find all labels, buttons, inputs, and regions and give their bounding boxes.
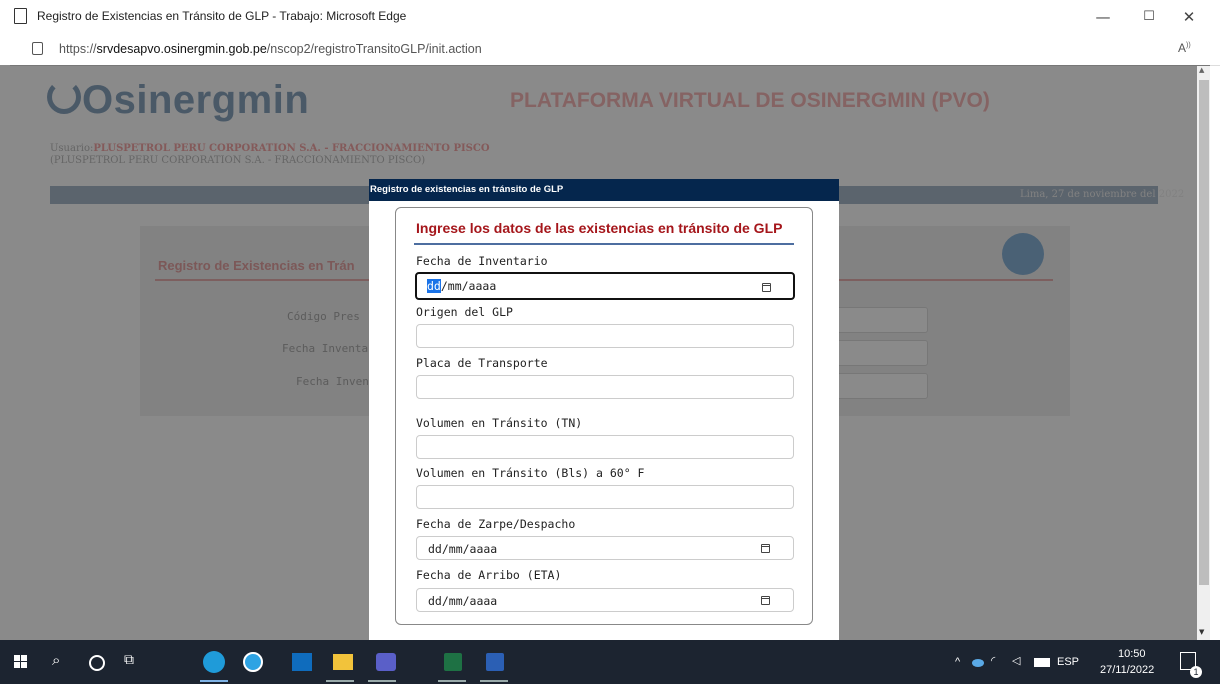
tray-chevron-icon[interactable]: ^ bbox=[955, 656, 960, 668]
label-origen-glp: Origen del GLP bbox=[416, 305, 513, 319]
onedrive-icon[interactable] bbox=[972, 659, 984, 667]
calendar-icon[interactable] bbox=[761, 596, 770, 605]
calendar-icon[interactable] bbox=[762, 283, 771, 292]
date-segment-day[interactable]: dd bbox=[427, 279, 441, 293]
window-title: Registro de Existencias en Tránsito de G… bbox=[37, 9, 407, 23]
fecha-zarpe-value: dd/mm/aaaa bbox=[428, 542, 498, 556]
modal-header-title: Registro de existencias en tránsito de G… bbox=[370, 184, 564, 195]
volumen-bls-input[interactable] bbox=[416, 485, 794, 509]
fecha-inventario-input[interactable]: dd/mm/aaaa bbox=[415, 272, 795, 300]
clock-time[interactable]: 10:50 bbox=[1118, 648, 1146, 660]
label-fecha-zarpe: Fecha de Zarpe/Despacho bbox=[416, 517, 576, 531]
maximize-button[interactable]: ☐ bbox=[1129, 2, 1169, 32]
word-running-indicator bbox=[480, 680, 508, 682]
volume-icon[interactable]: ◁ bbox=[1012, 654, 1020, 667]
edge-icon[interactable] bbox=[203, 651, 225, 673]
origen-glp-input[interactable] bbox=[416, 324, 794, 348]
teams-running-indicator bbox=[368, 680, 396, 682]
form-heading-divider bbox=[414, 243, 794, 245]
file-explorer-icon[interactable] bbox=[333, 654, 353, 670]
teams-icon[interactable] bbox=[376, 653, 396, 671]
fecha-arribo-value: dd/mm/aaaa bbox=[428, 594, 498, 608]
form-heading: Ingrese los datos de las existencias en … bbox=[416, 220, 783, 236]
fecha-inventario-value: dd/mm/aaaa bbox=[427, 279, 496, 293]
battery-icon[interactable] bbox=[1034, 658, 1050, 667]
calendar-icon[interactable] bbox=[761, 544, 770, 553]
scrollbar-thumb[interactable] bbox=[1199, 80, 1209, 585]
label-fecha-inventario: Fecha de Inventario bbox=[416, 254, 548, 268]
page-icon bbox=[14, 8, 27, 24]
windows-start-icon[interactable] bbox=[14, 655, 28, 669]
label-volumen-tn: Volumen en Tránsito (TN) bbox=[416, 416, 583, 430]
modal-header: Registro de existencias en tránsito de G… bbox=[369, 179, 839, 201]
date-segment-rest[interactable]: /mm/aaaa bbox=[441, 279, 496, 293]
task-view-icon[interactable]: ⧉ bbox=[124, 651, 134, 668]
scroll-up-arrow-icon[interactable]: ▲ bbox=[1199, 66, 1204, 74]
edge-active-indicator bbox=[200, 680, 228, 682]
address-bar[interactable]: https://srvdesapvo.osinergmin.gob.pe/nsc… bbox=[0, 34, 1220, 66]
placa-transporte-input[interactable] bbox=[416, 375, 794, 399]
notification-count-badge: 1 bbox=[1190, 666, 1202, 678]
label-placa-transporte: Placa de Transporte bbox=[416, 356, 548, 370]
outlook-icon[interactable] bbox=[292, 653, 312, 671]
label-fecha-arribo: Fecha de Arribo (ETA) bbox=[416, 568, 562, 582]
cortana-icon[interactable] bbox=[89, 655, 105, 671]
excel-icon[interactable] bbox=[444, 653, 462, 671]
fecha-zarpe-input[interactable]: dd/mm/aaaa bbox=[416, 536, 794, 560]
label-volumen-bls: Volumen en Tránsito (Bls) a 60° F bbox=[416, 466, 645, 480]
minimize-button[interactable]: — bbox=[1083, 2, 1123, 32]
window-titlebar: Registro de Existencias en Tránsito de G… bbox=[0, 0, 1220, 34]
close-button[interactable]: ✕ bbox=[1169, 2, 1209, 32]
lock-icon[interactable] bbox=[32, 42, 43, 55]
chrome-app-icon[interactable] bbox=[243, 652, 263, 672]
excel-running-indicator bbox=[438, 680, 466, 682]
url-text[interactable]: https://srvdesapvo.osinergmin.gob.pe/nsc… bbox=[59, 42, 482, 56]
wifi-icon[interactable]: ◜ bbox=[991, 654, 995, 667]
read-aloud-icon[interactable]: A)) bbox=[1178, 41, 1191, 55]
search-icon[interactable]: ⌕ bbox=[52, 652, 60, 669]
explorer-running-indicator bbox=[326, 680, 354, 682]
clock-date[interactable]: 27/11/2022 bbox=[1100, 664, 1154, 676]
scroll-down-arrow-icon[interactable]: ▼ bbox=[1199, 628, 1204, 636]
volumen-tn-input[interactable] bbox=[416, 435, 794, 459]
word-icon[interactable] bbox=[486, 653, 504, 671]
fecha-arribo-input[interactable]: dd/mm/aaaa bbox=[416, 588, 794, 612]
language-indicator[interactable]: ESP bbox=[1057, 656, 1079, 668]
